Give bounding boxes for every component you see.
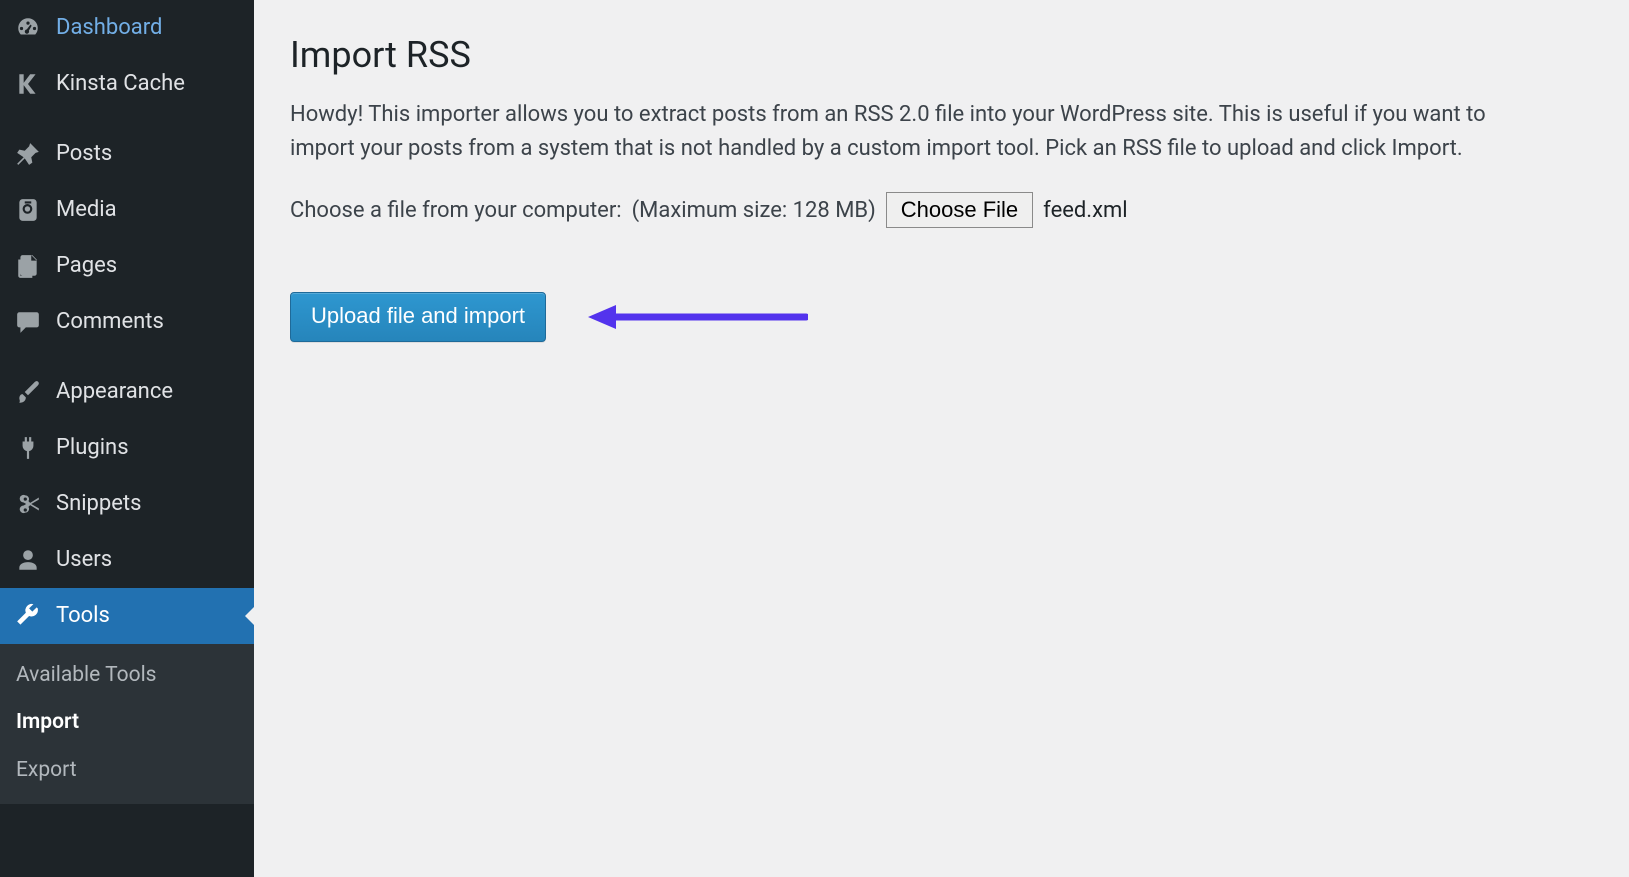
sidebar-item-posts[interactable]: Posts bbox=[0, 126, 254, 182]
menu-separator bbox=[0, 350, 254, 364]
sidebar-item-label: Plugins bbox=[56, 435, 129, 461]
pin-icon bbox=[14, 140, 42, 168]
sidebar-item-kinsta[interactable]: Kinsta Cache bbox=[0, 56, 254, 112]
sidebar-item-pages[interactable]: Pages bbox=[0, 238, 254, 294]
main-content: Import RSS Howdy! This importer allows y… bbox=[254, 0, 1629, 877]
intro-text: Howdy! This importer allows you to extra… bbox=[290, 98, 1520, 166]
scissors-icon bbox=[14, 490, 42, 518]
sidebar-item-snippets[interactable]: Snippets bbox=[0, 476, 254, 532]
sidebar-item-users[interactable]: Users bbox=[0, 532, 254, 588]
pages-icon bbox=[14, 252, 42, 280]
submit-row: Upload file and import bbox=[290, 292, 1599, 342]
tools-submenu: Available Tools Import Export bbox=[0, 644, 254, 804]
max-size-hint: (Maximum size: 128 MB) bbox=[632, 198, 876, 223]
choose-file-button[interactable]: Choose File bbox=[886, 192, 1033, 228]
file-upload-row: Choose a file from your computer: (Maxim… bbox=[290, 192, 1599, 228]
sidebar-item-label: Media bbox=[56, 197, 117, 223]
user-icon bbox=[14, 546, 42, 574]
menu-separator bbox=[0, 112, 254, 126]
wrench-icon bbox=[14, 602, 42, 630]
sidebar-item-label: Posts bbox=[56, 141, 112, 167]
brush-icon bbox=[14, 378, 42, 406]
sidebar-item-label: Appearance bbox=[56, 379, 173, 405]
sidebar-item-comments[interactable]: Comments bbox=[0, 294, 254, 350]
sidebar-item-tools[interactable]: Tools bbox=[0, 588, 254, 644]
kinsta-icon bbox=[14, 70, 42, 98]
admin-sidebar: Dashboard Kinsta Cache Posts Media Pages… bbox=[0, 0, 254, 877]
chosen-filename: feed.xml bbox=[1043, 198, 1128, 223]
sidebar-item-label: Snippets bbox=[56, 491, 142, 517]
sidebar-item-media[interactable]: Media bbox=[0, 182, 254, 238]
plug-icon bbox=[14, 434, 42, 462]
sidebar-item-label: Dashboard bbox=[56, 15, 162, 41]
sidebar-item-label: Pages bbox=[56, 253, 117, 279]
sidebar-item-dashboard[interactable]: Dashboard bbox=[0, 0, 254, 56]
sidebar-item-label: Comments bbox=[56, 309, 164, 335]
sidebar-item-plugins[interactable]: Plugins bbox=[0, 420, 254, 476]
comment-icon bbox=[14, 308, 42, 336]
upload-import-button[interactable]: Upload file and import bbox=[290, 292, 546, 342]
submenu-item-available-tools[interactable]: Available Tools bbox=[0, 652, 254, 699]
annotation-arrow bbox=[588, 302, 808, 332]
page-title: Import RSS bbox=[290, 34, 1599, 76]
sidebar-item-appearance[interactable]: Appearance bbox=[0, 364, 254, 420]
media-icon bbox=[14, 196, 42, 224]
dashboard-icon bbox=[14, 14, 42, 42]
sidebar-item-label: Kinsta Cache bbox=[56, 71, 185, 97]
submenu-item-export[interactable]: Export bbox=[0, 747, 254, 794]
choose-file-label: Choose a file from your computer: bbox=[290, 198, 622, 223]
sidebar-item-label: Tools bbox=[56, 603, 110, 629]
sidebar-item-label: Users bbox=[56, 547, 112, 573]
submenu-item-import[interactable]: Import bbox=[0, 699, 254, 746]
